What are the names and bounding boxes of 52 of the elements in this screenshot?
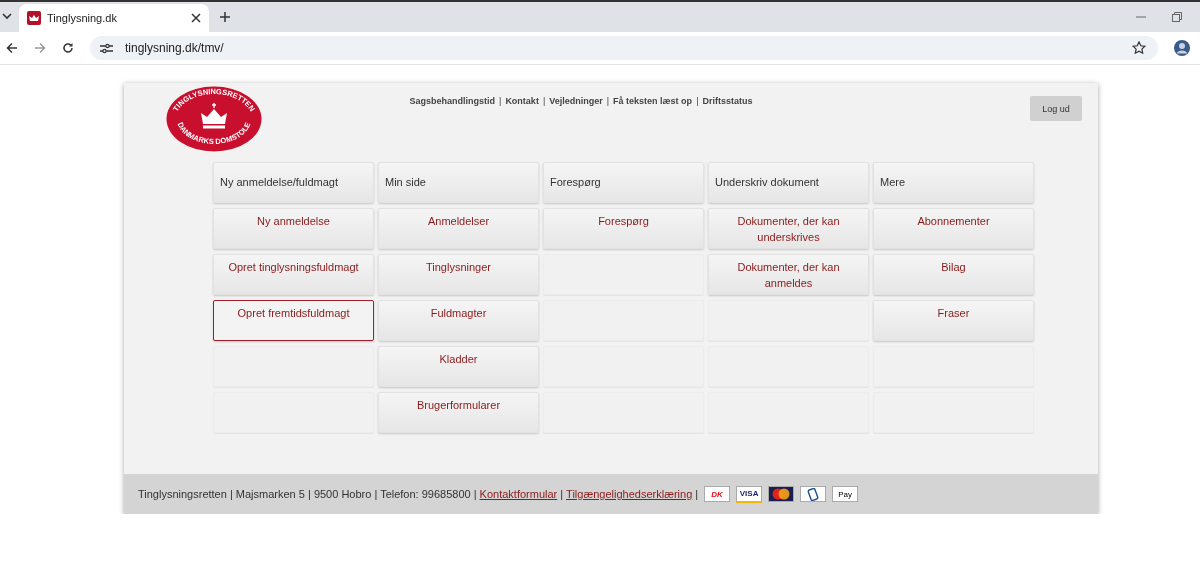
star-icon[interactable] <box>1132 41 1146 55</box>
logout-button[interactable]: Log ud <box>1030 96 1082 121</box>
separator: | <box>499 96 502 106</box>
footer-text: | <box>560 488 564 500</box>
nav-link[interactable]: Kontakt <box>505 96 539 106</box>
new-tab-icon[interactable] <box>219 11 231 23</box>
footer-text: Tinglysningsretten | Majsmarken 5 | 9500 Hobro | Telefon: 99685800 | <box>138 488 477 500</box>
nav-link[interactable]: Vejledninger <box>549 96 603 106</box>
crown-icon <box>27 11 41 25</box>
menu-button[interactable]: Abonnementer <box>873 208 1034 249</box>
menu-header-button[interactable]: Min side <box>378 162 539 203</box>
menu-button[interactable]: Tinglysninger <box>378 254 539 295</box>
back-icon[interactable] <box>6 42 18 54</box>
menu-button[interactable]: Fuldmagter <box>378 300 539 341</box>
avatar-icon[interactable] <box>1174 40 1190 56</box>
menu-button[interactable]: Bilag <box>873 254 1034 295</box>
forward-icon[interactable] <box>34 42 46 54</box>
payment-card-logo: VISA <box>736 485 763 503</box>
separator: | <box>696 96 699 106</box>
close-icon[interactable] <box>191 13 201 23</box>
browser-tab[interactable]: Tinglysning.dk <box>19 4 209 32</box>
payment-card-logo: Pay <box>832 486 859 502</box>
menu-header-button[interactable]: Ny anmeldelse/fuldmagt <box>213 162 374 203</box>
footer-link[interactable]: Kontaktformular <box>479 488 558 500</box>
menu-button[interactable]: Forespørg <box>543 208 704 249</box>
tab-title: Tinglysning.dk <box>47 12 118 24</box>
separator: | <box>606 96 610 106</box>
separator: | <box>542 96 546 106</box>
menu-header-button[interactable]: Underskriv dokument <box>708 162 869 203</box>
phone-icon <box>807 487 820 501</box>
payment-card-logo: DK <box>704 486 731 502</box>
menu-button[interactable]: Dokumenter, der kan anmeldes <box>708 254 869 295</box>
nav-link[interactable]: Få teksten læst op <box>613 96 693 106</box>
reload-icon[interactable] <box>62 42 74 54</box>
menu-header-button[interactable]: Mere <box>873 162 1034 203</box>
dropdown-icon[interactable] <box>1 10 13 22</box>
site-settings-icon[interactable] <box>100 42 113 54</box>
menu-button[interactable]: Anmeldelser <box>378 208 539 249</box>
menu-button[interactable]: Opret fremtidsfuldmagt <box>213 300 374 341</box>
nav-link[interactable]: Sagsbehandlingstid <box>409 96 496 106</box>
menu-button[interactable]: Opret tinglysningsfuldmagt <box>213 254 374 295</box>
menu-header-button[interactable]: Forespørg <box>543 162 704 203</box>
menu-button[interactable]: Dokumenter, der kan underskrives <box>708 208 869 249</box>
menu-button[interactable]: Ny anmeldelse <box>213 208 374 249</box>
menu-button[interactable]: Fraser <box>873 300 1034 341</box>
restore-icon[interactable] <box>1172 12 1182 22</box>
footer-link[interactable]: Tilgængelighedserklæring <box>566 488 693 500</box>
footer-text: | <box>695 488 699 500</box>
menu-button[interactable]: Kladder <box>378 346 539 387</box>
address-field[interactable]: tinglysning.dk/tmv/ <box>90 36 1158 60</box>
menu-button[interactable]: Brugerformularer <box>378 392 539 433</box>
nav-link[interactable]: Driftsstatus <box>702 96 753 106</box>
